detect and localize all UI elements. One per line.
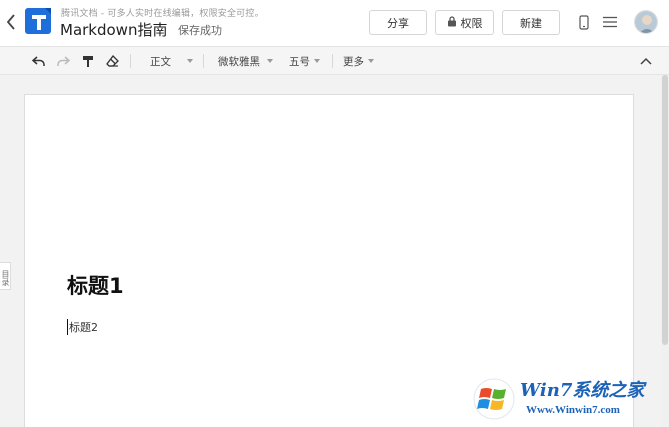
tencent-docs-logo-icon[interactable] (23, 5, 55, 37)
font-size-dropdown[interactable]: 五号 (289, 53, 320, 69)
new-button[interactable]: 新建 (502, 10, 560, 35)
toolbar-divider (203, 54, 204, 68)
eraser-icon[interactable] (104, 53, 120, 69)
toolbar-divider (130, 54, 131, 68)
format-toolbar: 正文 微软雅黑 五号 更多 (0, 47, 669, 75)
font-size-label: 五号 (289, 55, 310, 68)
heading-2[interactable]: 标题2 (67, 319, 98, 335)
share-button[interactable]: 分享 (369, 10, 427, 35)
back-icon[interactable] (4, 12, 18, 32)
paragraph-style-label: 正文 (150, 55, 171, 68)
mobile-preview-icon[interactable] (575, 13, 593, 31)
font-family-dropdown[interactable]: 微软雅黑 (218, 53, 273, 69)
app-tagline: 腾讯文档 - 可多人实时在线编辑，权限安全可控。 (61, 9, 264, 19)
document-title[interactable]: Markdown指南 (60, 19, 167, 40)
lock-icon (447, 15, 457, 30)
chevron-down-icon (267, 59, 273, 63)
font-family-label: 微软雅黑 (218, 55, 260, 68)
share-button-label: 分享 (387, 16, 409, 30)
toolbar-divider (332, 54, 333, 68)
app-header: 腾讯文档 - 可多人实时在线编辑，权限安全可控。 Markdown指南 保存成功… (0, 0, 669, 47)
avatar[interactable] (634, 10, 658, 34)
collapse-toolbar-icon[interactable] (638, 53, 654, 69)
save-status: 保存成功 (178, 24, 222, 37)
watermark-title: Win7系统之家 (520, 380, 645, 401)
windows-logo-icon (473, 378, 515, 420)
chevron-down-icon (314, 59, 320, 63)
permission-button[interactable]: 权限 (435, 10, 494, 35)
chevron-down-icon (368, 59, 374, 63)
more-dropdown[interactable]: 更多 (343, 53, 374, 69)
new-button-label: 新建 (520, 16, 542, 30)
outline-tab[interactable]: 目录 (0, 262, 11, 290)
chevron-down-icon (187, 59, 193, 63)
scrollbar-thumb[interactable] (662, 75, 668, 345)
format-painter-icon[interactable] (80, 53, 96, 69)
watermark-url: Www.Winwin7.com (526, 404, 620, 416)
undo-icon[interactable] (30, 53, 46, 69)
menu-icon[interactable] (601, 13, 619, 31)
paragraph-style-dropdown[interactable]: 正文 (150, 53, 193, 69)
permission-button-label: 权限 (460, 16, 483, 30)
more-label: 更多 (343, 55, 364, 68)
redo-icon[interactable] (55, 53, 71, 69)
heading-1[interactable]: 标题1 (67, 270, 124, 300)
watermark: Win7系统之家 Www.Winwin7.com (470, 370, 669, 427)
